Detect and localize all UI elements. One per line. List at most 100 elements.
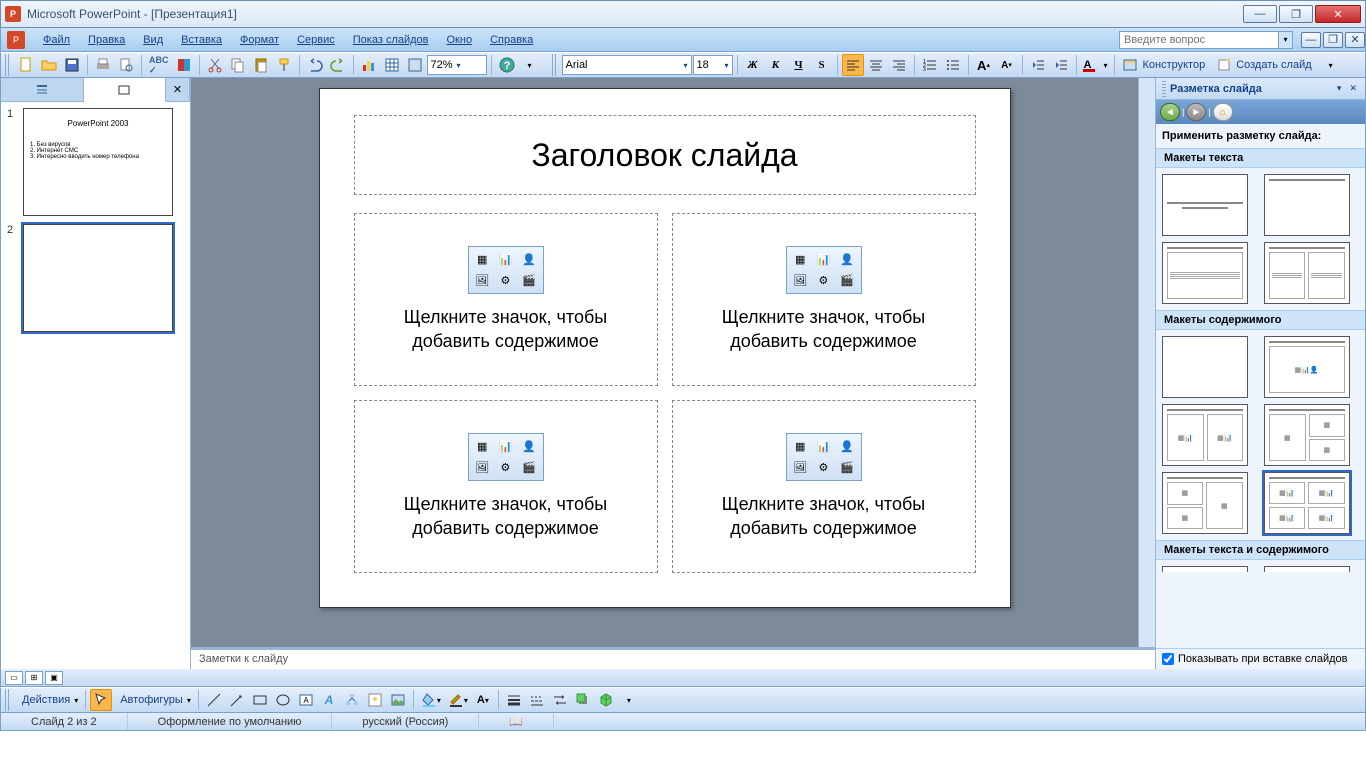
- font-size-dropdown[interactable]: 18▾: [693, 55, 733, 75]
- toolbar-grip[interactable]: [5, 54, 11, 76]
- layout-text-content[interactable]: [1162, 566, 1248, 572]
- picture-button[interactable]: [387, 689, 409, 711]
- nav-forward-button[interactable]: ►: [1186, 103, 1206, 121]
- autoshapes-menu[interactable]: Автофигуры▾: [113, 689, 194, 711]
- shadow-button[interactable]: S: [811, 54, 833, 76]
- normal-view-button[interactable]: ▭: [5, 671, 23, 685]
- zoom-dropdown[interactable]: 72%▾: [427, 55, 487, 75]
- layout-three-content[interactable]: ▦▦▦: [1264, 404, 1350, 466]
- layout-content[interactable]: ▦📊👤: [1264, 336, 1350, 398]
- content-icon-picker[interactable]: ▦📊👤🖼⚙🎬: [468, 433, 544, 481]
- fill-color-button[interactable]: ▾: [418, 689, 444, 711]
- nav-back-button[interactable]: ◄: [1160, 103, 1180, 121]
- line-style-button[interactable]: [503, 689, 525, 711]
- slide-canvas[interactable]: Заголовок слайда ▦📊👤🖼⚙🎬 Щелкните значок,…: [319, 88, 1011, 608]
- layout-title-slide[interactable]: [1162, 174, 1248, 236]
- research-button[interactable]: [173, 54, 195, 76]
- copy-button[interactable]: [227, 54, 249, 76]
- toolbar-overflow[interactable]: ▾: [618, 689, 640, 711]
- content-placeholder-1[interactable]: ▦📊👤🖼⚙🎬 Щелкните значок, чтобы добавить с…: [354, 213, 658, 386]
- vertical-scrollbar[interactable]: [1138, 78, 1155, 647]
- help-button[interactable]: ?: [496, 54, 518, 76]
- content-placeholder-3[interactable]: ▦📊👤🖼⚙🎬 Щелкните значок, чтобы добавить с…: [354, 400, 658, 573]
- 3d-style-button[interactable]: [595, 689, 617, 711]
- slide-thumb-1[interactable]: 1 PowerPoint 2003 1. Без вирусов 2. Инте…: [7, 108, 184, 216]
- cut-button[interactable]: [204, 54, 226, 76]
- document-icon[interactable]: P: [7, 31, 25, 49]
- open-button[interactable]: [38, 54, 60, 76]
- rectangle-tool[interactable]: [249, 689, 271, 711]
- bold-button[interactable]: Ж: [742, 54, 764, 76]
- layout-blank[interactable]: [1162, 336, 1248, 398]
- chart-button[interactable]: [358, 54, 380, 76]
- menu-format[interactable]: Формат: [232, 32, 287, 48]
- line-color-button[interactable]: ▾: [445, 689, 471, 711]
- oval-tool[interactable]: [272, 689, 294, 711]
- diagram-button[interactable]: [341, 689, 363, 711]
- slide-thumb-2[interactable]: 2: [7, 224, 184, 332]
- arrow-style-button[interactable]: [549, 689, 571, 711]
- toolbar-overflow[interactable]: ▾: [1320, 54, 1342, 76]
- status-language[interactable]: русский (Россия): [332, 713, 479, 730]
- outline-tab[interactable]: [1, 78, 84, 101]
- menu-tools[interactable]: Сервис: [289, 32, 343, 48]
- design-button[interactable]: Конструктор: [1119, 54, 1212, 76]
- increase-indent-button[interactable]: [1050, 54, 1072, 76]
- nav-home-button[interactable]: ⌂: [1213, 103, 1233, 121]
- spellcheck-button[interactable]: ABC✓: [146, 54, 172, 76]
- maximize-button[interactable]: ❐: [1279, 5, 1313, 23]
- toolbar-grip[interactable]: [552, 54, 558, 76]
- print-preview-button[interactable]: [115, 54, 137, 76]
- taskpane-close-button[interactable]: ✕: [1347, 83, 1359, 94]
- clipart-button[interactable]: [364, 689, 386, 711]
- increase-font-button[interactable]: A▴: [973, 54, 995, 76]
- print-button[interactable]: [92, 54, 114, 76]
- numbering-button[interactable]: 123: [919, 54, 941, 76]
- help-search-dropdown[interactable]: ▾: [1279, 31, 1293, 49]
- arrow-tool[interactable]: [226, 689, 248, 711]
- undo-button[interactable]: [304, 54, 326, 76]
- new-button[interactable]: [15, 54, 37, 76]
- layout-content-text[interactable]: [1264, 566, 1350, 572]
- taskpane-grip[interactable]: [1162, 81, 1166, 97]
- textbox-tool[interactable]: A: [295, 689, 317, 711]
- menu-help[interactable]: Справка: [482, 32, 541, 48]
- bullets-button[interactable]: [942, 54, 964, 76]
- doc-minimize-button[interactable]: —: [1301, 32, 1321, 48]
- layout-title-text[interactable]: [1162, 242, 1248, 304]
- sorter-view-button[interactable]: ⊞: [25, 671, 43, 685]
- close-button[interactable]: ✕: [1315, 5, 1361, 23]
- layout-two-content[interactable]: ▦📊▦📊: [1162, 404, 1248, 466]
- show-on-insert-checkbox[interactable]: [1162, 653, 1174, 665]
- format-painter-button[interactable]: [273, 54, 295, 76]
- decrease-font-button[interactable]: A▾: [996, 54, 1018, 76]
- slides-tab[interactable]: [84, 78, 167, 102]
- content-icon-picker[interactable]: ▦📊👤🖼⚙🎬: [786, 433, 862, 481]
- taskpane-menu-button[interactable]: ▾: [1335, 83, 1344, 94]
- slideshow-view-button[interactable]: ▣: [45, 671, 63, 685]
- line-tool[interactable]: [203, 689, 225, 711]
- layout-four-content[interactable]: ▦📊▦📊▦📊▦📊: [1264, 472, 1350, 534]
- font-color-button-draw[interactable]: A▾: [472, 689, 494, 711]
- actions-menu[interactable]: Действия▾: [15, 689, 81, 711]
- menu-view[interactable]: Вид: [135, 32, 171, 48]
- select-tool[interactable]: [90, 689, 112, 711]
- dash-style-button[interactable]: [526, 689, 548, 711]
- align-right-button[interactable]: [888, 54, 910, 76]
- status-spelling-icon[interactable]: 📖: [479, 713, 554, 730]
- layout-title-only[interactable]: [1264, 174, 1350, 236]
- font-color-button[interactable]: A▾: [1081, 54, 1111, 76]
- canvas-area[interactable]: Заголовок слайда ▦📊👤🖼⚙🎬 Щелкните значок,…: [191, 78, 1138, 647]
- help-search-input[interactable]: [1119, 31, 1279, 49]
- align-left-button[interactable]: [842, 54, 864, 76]
- content-icon-picker[interactable]: ▦📊👤🖼⚙🎬: [468, 246, 544, 294]
- tables-borders-button[interactable]: [404, 54, 426, 76]
- title-placeholder[interactable]: Заголовок слайда: [354, 115, 976, 195]
- align-center-button[interactable]: [865, 54, 887, 76]
- paste-button[interactable]: [250, 54, 272, 76]
- font-dropdown[interactable]: Arial▾: [562, 55, 692, 75]
- panel-close-button[interactable]: ✕: [166, 78, 190, 101]
- menu-file[interactable]: Файл: [35, 32, 78, 48]
- decrease-indent-button[interactable]: [1027, 54, 1049, 76]
- menu-slideshow[interactable]: Показ слайдов: [345, 32, 437, 48]
